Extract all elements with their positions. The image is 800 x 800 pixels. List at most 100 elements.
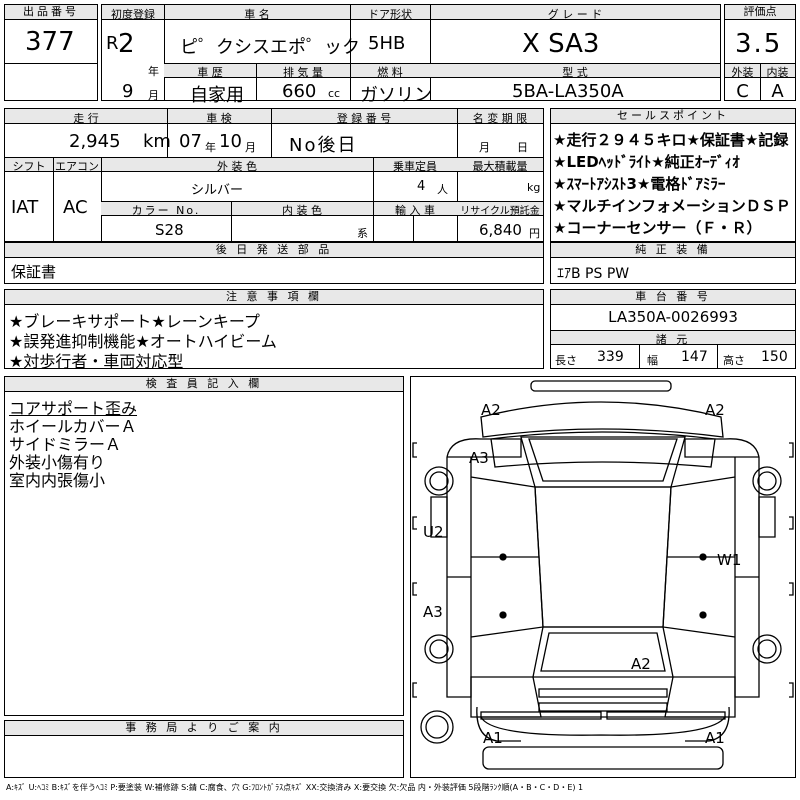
sales-point: ★マルチインフォメーションＤＳＰ [553,197,791,215]
width: 147 [681,349,708,365]
later-parts: 後 日 発 送 部 品 保証書 [4,242,544,284]
model-code: 5BA-LA350A [512,81,624,102]
chassis-box: 車 台 番 号 LA350A-0026993 諸 元 長さ 339 幅 147 … [550,289,796,369]
rename-label: 名 変 期 限 [472,112,528,125]
ac-label: エアコン [55,160,99,173]
specs-label: 諸 元 [655,333,691,346]
reg-number: No後日 [289,135,358,156]
damage-mark: A3 [423,603,443,621]
recycle-fee: 6,840 [479,221,522,239]
later-label: 後 日 発 送 部 品 [5,243,543,258]
import-label: 輸 入 車 [395,204,435,217]
recycle-label: リサイクル預託金 [460,206,540,217]
damage-mark: A3 [469,449,489,467]
car-name: ピ゜クシスエポ゜ック [180,37,360,58]
intcolor-label: 内 装 色 [282,204,322,217]
grade: X SA3 [522,29,600,59]
height: 150 [761,349,788,365]
year-unit: 年 [148,65,159,78]
reg-year: 2 [118,29,135,59]
caution-line: ★対歩行者・車両対応型 [9,352,184,371]
first-reg-label: 初度登録 [111,8,155,21]
grade-label: グ レ ー ド [547,8,603,21]
intcolor-unit: 系 [357,227,368,240]
sales-point: ★走行２９４５キロ★保証書★記録 [553,131,789,149]
equipment: 純 正 装 備 ｴｱB PS PW [550,242,796,284]
damage-mark: A1 [705,729,725,747]
width-label: 幅 [647,354,658,367]
shift-label: シフト [12,160,46,173]
inspect-year: 07 [179,131,202,152]
color-label: 外 装 色 [217,160,257,173]
rename-month: 月 [479,141,490,154]
int-rating: A [771,81,784,102]
capacity-unit: 人 [437,183,448,196]
damage-mark: U2 [423,523,444,541]
body-color: シルバー [191,183,244,198]
office-box: 事 務 局 よ り ご 案 内 [4,720,404,778]
ext-label: 外装 [731,66,754,79]
history: 自家用 [190,85,244,106]
length-label: 長さ [555,354,577,367]
chassis-label: 車 台 番 号 [551,290,795,305]
reg-label: 登 録 番 号 [336,112,392,125]
rename-day: 日 [517,141,528,154]
score: 3.5 [735,29,783,59]
sales-points: セールスポイント ★走行２９４５キロ★保証書★記録 ★LEDﾍｯﾄﾞﾗｲﾄ★純正… [550,108,796,242]
displacement: 660 [282,81,317,102]
aircon: AC [63,197,88,218]
score-box: 評価点 3.5 外装 内装 C A [724,4,796,102]
legend-footer: A:ｷｽﾞ U:ﾍｺﾐ B:ｷｽﾞを伴うﾍｺﾐ P:要塗装 W:補修跡 S:錆 … [6,783,584,792]
mileage-label: 走 行 [73,112,99,125]
fuel-label: 燃 料 [377,66,403,79]
inspector-box: 検 査 員 記 入 欄 コアサポート歪み ホイールカバーＡ サイドミラーＡ 外装… [4,376,404,716]
reg-month: 9 [122,81,134,102]
equip-value: ｴｱB PS PW [557,266,630,282]
car-name-label: 車 名 [244,8,270,21]
shift: IAT [11,197,39,218]
caution-label: 注 意 事 項 欄 [5,290,543,305]
sales-point: ★ｽﾏｰﾄｱｼｽﾄ3★電格ﾄﾞｱﾐﾗｰ [553,175,726,193]
height-label: 高さ [723,354,745,367]
equip-label: 純 正 装 備 [551,243,795,258]
damage-mark: A2 [631,655,651,673]
inspect-year-unit: 年 [205,141,216,154]
ext-rating: C [736,81,749,102]
length: 339 [597,349,624,365]
lot-label: 出品番号 [5,5,97,20]
cap-label: 乗車定員 [393,160,437,173]
sales-point: ★コーナーセンサー（Ｆ・Ｒ） [553,219,762,237]
color-number: S28 [155,221,184,239]
damage-mark: A2 [481,401,501,419]
inspector-line: 室内内張傷小 [9,471,106,490]
fuel: ガソリン [360,85,432,106]
colorno-label: カラー No. [131,204,201,217]
history-label: 車 歴 [197,66,223,79]
inspect-label: 車 検 [206,112,232,125]
model-label: 型 式 [562,66,588,79]
car-outline [412,380,794,770]
inspect-month-unit: 月 [245,141,256,154]
era: R [106,33,119,54]
recycle-unit: 円 [529,227,540,240]
damage-mark: A2 [705,401,725,419]
score-label: 評価点 [725,5,795,20]
door-shape: 5HB [368,33,406,54]
lot-number: 377 [25,27,75,57]
detail-table: 走 行 車 検 登 録 番 号 名 変 期 限 2,945 km 07 年 10… [4,108,544,242]
month-unit: 月 [148,89,159,102]
disp-label: 排 気 量 [283,66,323,79]
damage-mark: A1 [483,729,503,747]
damage-mark: W1 [717,551,742,569]
sales-point: ★LEDﾍｯﾄﾞﾗｲﾄ★純正ｵｰﾃﾞｨｵ [553,153,740,171]
office-label: 事 務 局 よ り ご 案 内 [5,721,403,736]
door-label: ドア形状 [368,8,412,21]
mileage-unit: km [143,131,171,152]
caution-box: 注 意 事 項 欄 ★ブレーキサポート★レーンキープ ★誤発進抑制機能★オートハ… [4,289,544,371]
chassis-number: LA350A-0026993 [608,308,738,326]
load-label: 最大積載量 [472,160,528,173]
inspector-label: 検 査 員 記 入 欄 [5,377,403,392]
capacity: 4 [417,179,426,194]
vehicle-header: 初度登録 車 名 ドア形状 グ レ ー ド R 2 年 ピ゜クシスエポ゜ック 5… [101,4,721,106]
mileage: 2,945 [69,131,121,152]
